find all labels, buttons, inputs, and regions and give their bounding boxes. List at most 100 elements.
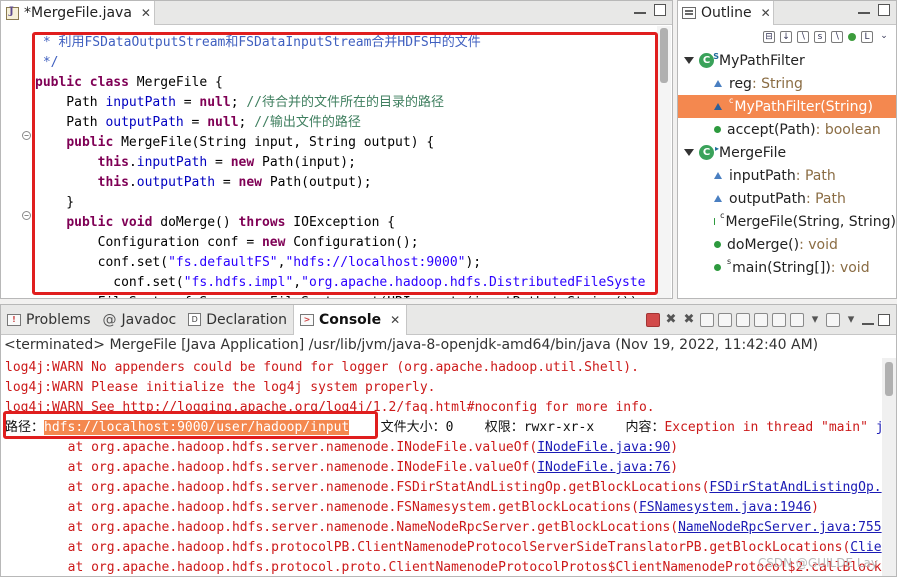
method-icon (714, 241, 721, 248)
console-line: log4j:WARN Please initialize the log4j s… (5, 378, 435, 398)
chevron-down-icon[interactable]: ▾ (808, 313, 822, 327)
outline-tab[interactable]: Outline ✕ (678, 1, 774, 25)
stack-trace-link[interactable]: INodeFile.java:90 (537, 440, 670, 455)
tab-problems[interactable]: ! Problems (1, 305, 97, 335)
outline-item[interactable]: doMerge() : void (678, 233, 896, 256)
code-line: conf.set("fs.defaultFS","hdfs://localhos… (35, 253, 482, 273)
code-token: IOException { (285, 215, 396, 230)
code-line: public MergeFile(String input, String ou… (35, 133, 434, 153)
maximize-icon[interactable] (878, 4, 890, 16)
editor-tab-mergefile[interactable]: *MergeFile.java ✕ (1, 1, 155, 25)
scrollbar-thumb[interactable] (885, 362, 893, 396)
outline-item[interactable]: reg : String (678, 72, 896, 95)
outline-item-label: main(String[]) (732, 259, 831, 276)
sort-icon[interactable]: ↓ (780, 31, 792, 43)
stack-trace-link[interactable]: Clie (850, 540, 881, 555)
outline-item[interactable]: c MyPathFilter(String) (678, 95, 896, 118)
hide-static-icon[interactable]: s (814, 31, 826, 43)
public-filter-icon[interactable] (848, 33, 856, 41)
code-token: inputPath (105, 95, 176, 110)
remove-launch-icon[interactable]: ✖ (664, 313, 678, 327)
code-line: public void doMerge() throws IOException… (35, 213, 395, 233)
stack-trace-link[interactable]: INodeFile.java:76 (537, 460, 670, 475)
console-scrollbar[interactable] (882, 358, 896, 576)
outline-item[interactable]: c MergeFile(String, String) (678, 210, 896, 233)
close-icon[interactable]: ✕ (761, 6, 771, 20)
code-token: . (128, 175, 137, 190)
terminate-icon[interactable] (646, 313, 660, 327)
code-token: new (230, 155, 255, 170)
code-token: class (89, 75, 129, 90)
hide-local-types-icon[interactable]: L (861, 31, 873, 43)
code-line: Configuration conf = new Configuration()… (35, 233, 419, 253)
remove-all-icon[interactable]: ✖ (682, 313, 696, 327)
tab-label: Console (318, 311, 382, 328)
method-icon (714, 264, 721, 271)
word-wrap-icon[interactable] (736, 313, 750, 327)
scroll-lock-icon[interactable] (718, 313, 732, 327)
stack-trace-link[interactable]: FSDirStatAndListingOp. (709, 480, 881, 495)
expand-toggle-icon[interactable] (684, 149, 694, 156)
code-line: Path inputPath = null; //待合并的文件所在的目录的路径 (35, 93, 444, 113)
open-console-icon[interactable] (790, 313, 804, 327)
code-token: = (215, 175, 239, 190)
outline-item[interactable]: accept(Path) : boolean (678, 118, 896, 141)
editor-panel: *MergeFile.java ✕ − − * 利用FSDataOutputSt… (0, 0, 673, 299)
display-console-icon[interactable] (772, 313, 786, 327)
collapse-all-icon[interactable]: ⊟ (763, 31, 775, 43)
hide-fields-icon[interactable]: ∖ (797, 31, 809, 43)
console-line: at org.apache.hadoop.hdfs.protocol.proto… (5, 558, 882, 576)
fold-icon[interactable]: − (22, 211, 31, 220)
editor-scrollbar[interactable] (657, 26, 671, 298)
minimize-icon[interactable] (634, 12, 646, 15)
close-icon[interactable]: ✕ (390, 313, 400, 327)
java-file-icon (6, 6, 19, 20)
new-console-icon[interactable] (826, 313, 840, 327)
outline-item[interactable]: C ▸ MergeFile (678, 141, 896, 164)
console-output[interactable]: log4j:WARN No appenders could be found f… (1, 358, 896, 576)
view-menu-icon[interactable]: ▾ (844, 313, 858, 327)
minimize-icon[interactable] (862, 322, 874, 326)
code-area[interactable]: − − * 利用FSDataOutputStream和FSDataInputSt… (1, 26, 672, 298)
outline-item-label: MyPathFilter(String) (734, 98, 873, 115)
fold-icon[interactable]: − (22, 131, 31, 140)
tab-label: Problems (26, 311, 91, 328)
pin-console-icon[interactable] (754, 313, 768, 327)
outline-item-type: : void (830, 259, 870, 276)
code-token: = (183, 115, 208, 130)
stack-trace-link[interactable]: NameNodeRpcServer.java:755 (678, 520, 882, 535)
scrollbar-thumb[interactable] (660, 28, 668, 83)
field-icon (714, 103, 722, 110)
code-token: null (199, 95, 231, 110)
console-text: ) (670, 440, 679, 455)
tab-javadoc[interactable]: @ Javadoc (97, 305, 183, 335)
code-token: MergeFile { (128, 75, 223, 90)
outline-item-type: : Path (795, 167, 836, 184)
tab-console[interactable]: > Console ✕ (292, 305, 408, 335)
stack-trace-link[interactable]: FSNamesystem.java:1946 (639, 500, 811, 515)
expand-toggle-icon[interactable] (684, 57, 694, 64)
console-line: 路径：hdfs://localhost:9000/user/hadoop/inp… (5, 418, 896, 438)
maximize-icon[interactable] (878, 314, 890, 326)
method-icon (714, 126, 721, 133)
outline-item[interactable]: s main(String[]) : void (678, 256, 896, 279)
maximize-icon[interactable] (654, 4, 666, 16)
code-token: public (35, 75, 82, 90)
outline-item-label: doMerge() (727, 236, 800, 253)
close-icon[interactable]: ✕ (141, 6, 151, 20)
minimize-icon[interactable] (858, 12, 870, 15)
outline-item[interactable]: outputPath : Path (678, 187, 896, 210)
code-token: null (207, 115, 239, 130)
outline-item[interactable]: C S MyPathFilter (678, 49, 896, 72)
outline-item-label: MergeFile(String, String) (725, 213, 896, 230)
chevron-down-icon[interactable]: ⌄ (878, 31, 890, 43)
hide-nonpublic-icon[interactable]: ∖ (831, 31, 843, 43)
outline-item-label: inputPath (729, 167, 796, 184)
outline-item-label: MyPathFilter (719, 52, 805, 69)
outline-item[interactable]: inputPath : Path (678, 164, 896, 187)
field-icon (714, 195, 722, 202)
clear-console-icon[interactable] (700, 313, 714, 327)
tab-declaration[interactable]: D Declaration (182, 305, 293, 335)
